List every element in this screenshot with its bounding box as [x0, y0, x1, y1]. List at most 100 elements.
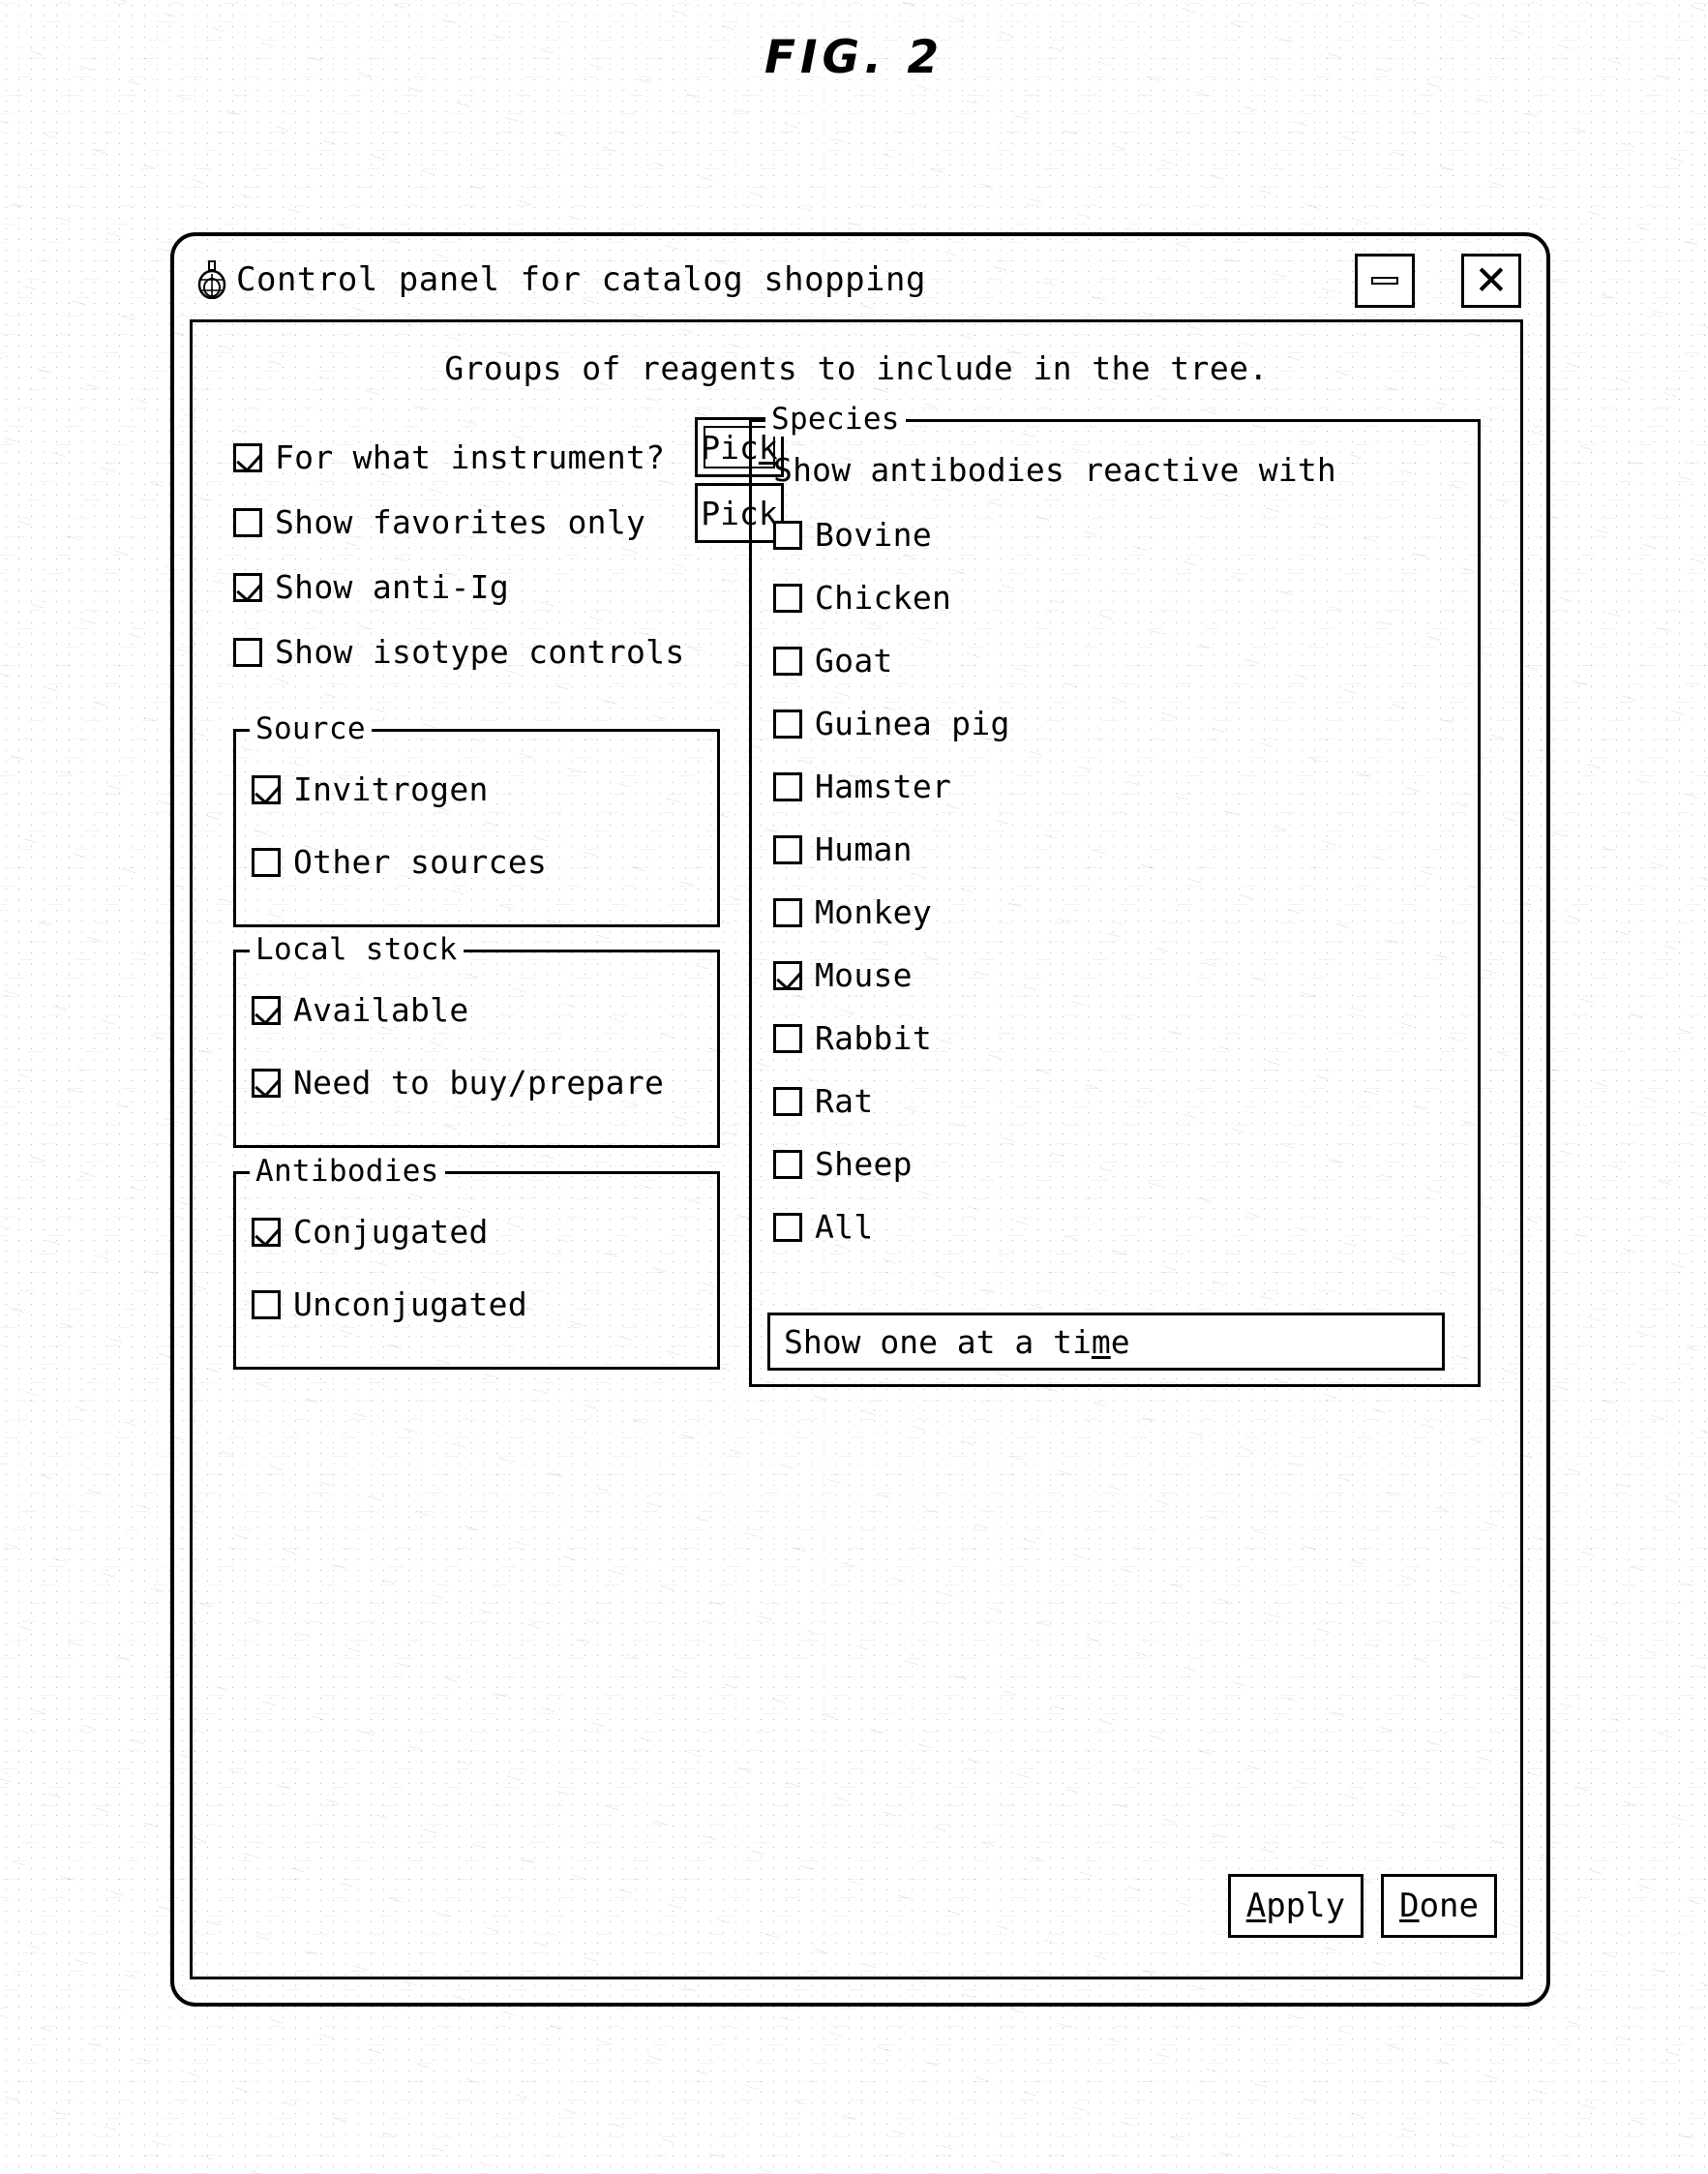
apply-label-accel: A [1245, 1887, 1267, 1925]
species-item-rat[interactable]: Rat [773, 1082, 1478, 1120]
option-invitrogen[interactable]: Invitrogen [252, 770, 717, 808]
species-label: All [815, 1208, 874, 1246]
option-label: Available [293, 991, 469, 1029]
checkbox-icon[interactable] [233, 637, 262, 667]
figure-label: FIG. 2 [764, 31, 944, 84]
apply-button[interactable]: Apply [1227, 1874, 1364, 1938]
page-headline: Groups of reagents to include in the tre… [444, 349, 1269, 387]
show-one-label-post: e [1110, 1322, 1130, 1361]
minimize-button[interactable] [1355, 254, 1415, 308]
species-item-guinea-pig[interactable]: Guinea pig [773, 705, 1478, 742]
species-item-human[interactable]: Human [773, 830, 1478, 868]
app-globe-icon [195, 260, 228, 300]
dialog-action-bar: Apply Done [1227, 1874, 1497, 1938]
option-label: Show anti-Ig [275, 568, 510, 606]
close-icon: ✕ [1474, 257, 1509, 304]
checkbox-icon[interactable] [773, 1086, 802, 1116]
show-one-label-accel: m [1091, 1322, 1111, 1361]
species-item-monkey[interactable]: Monkey [773, 893, 1478, 931]
species-label: Goat [815, 642, 893, 679]
species-item-hamster[interactable]: Hamster [773, 768, 1478, 805]
species-item-rabbit[interactable]: Rabbit [773, 1019, 1478, 1057]
species-item-chicken[interactable]: Chicken [773, 579, 1478, 617]
species-label: Sheep [815, 1145, 913, 1183]
checkbox-icon[interactable] [773, 1023, 802, 1053]
option-label: Show favorites only [275, 503, 646, 541]
checkbox-icon[interactable] [252, 1289, 281, 1319]
checkbox-icon[interactable] [773, 583, 802, 613]
window-titlebar: Control panel for catalog shopping ✕ [170, 232, 1543, 327]
option-label: Other sources [293, 843, 548, 881]
checkbox-icon[interactable] [773, 709, 802, 739]
checkbox-icon[interactable] [773, 1149, 802, 1179]
species-label: Rat [815, 1082, 874, 1120]
option-conjugated[interactable]: Conjugated [252, 1213, 717, 1251]
species-label: Chicken [815, 579, 952, 617]
checkbox-icon[interactable] [233, 572, 262, 602]
dialog-content-panel: Groups of reagents to include in the tre… [190, 319, 1523, 1979]
show-one-at-a-time-button[interactable]: Show one at a ti m e [767, 1313, 1445, 1371]
group-title: Source [250, 711, 372, 746]
group-body: Show antibodies reactive with Bovine Chi… [752, 422, 1478, 1246]
group-species: Species Show antibodies reactive with Bo… [749, 402, 1481, 1387]
checkbox-icon[interactable] [252, 995, 281, 1025]
option-for-what-instrument[interactable]: For what instrument? [233, 438, 685, 476]
option-label: Conjugated [293, 1213, 489, 1251]
checkbox-icon[interactable] [252, 1068, 281, 1098]
option-other-sources[interactable]: Other sources [252, 843, 717, 881]
checkbox-icon[interactable] [773, 960, 802, 990]
checkbox-icon[interactable] [773, 520, 802, 550]
checkbox-icon[interactable] [773, 771, 802, 801]
group-antibodies: Antibodies Conjugated Unconjugated [233, 1154, 720, 1370]
species-item-sheep[interactable]: Sheep [773, 1145, 1478, 1183]
option-label: Invitrogen [293, 770, 489, 808]
species-label: Bovine [815, 516, 933, 554]
option-unconjugated[interactable]: Unconjugated [252, 1285, 717, 1323]
species-label: Rabbit [815, 1019, 933, 1057]
apply-label-post: pply [1266, 1887, 1346, 1925]
option-label: For what instrument? [275, 438, 666, 476]
done-label-post: one [1419, 1887, 1479, 1925]
species-note: Show antibodies reactive with [773, 451, 1336, 489]
option-label: Need to buy/prepare [293, 1064, 665, 1102]
group-title: Local stock [250, 932, 464, 967]
close-button[interactable]: ✕ [1461, 254, 1521, 308]
show-one-label-pre: Show one at a ti [784, 1322, 1092, 1361]
checkbox-icon[interactable] [773, 897, 802, 927]
species-checkbox-list: Bovine Chicken Goat Guinea pig Hamster H… [773, 516, 1478, 1246]
option-need-to-buy-prepare[interactable]: Need to buy/prepare [252, 1064, 717, 1102]
checkbox-icon[interactable] [773, 834, 802, 864]
checkbox-icon[interactable] [252, 847, 281, 877]
top-options-group: For what instrument? Show favorites only… [233, 438, 685, 698]
species-item-mouse[interactable]: Mouse [773, 956, 1478, 994]
option-show-isotype-controls[interactable]: Show isotype controls [233, 633, 685, 671]
minimize-icon [1371, 277, 1398, 285]
species-label: Human [815, 830, 913, 868]
window-title: Control panel for catalog shopping [236, 260, 926, 299]
option-show-anti-ig[interactable]: Show anti-Ig [233, 568, 685, 606]
species-label: Monkey [815, 893, 933, 931]
species-item-bovine[interactable]: Bovine [773, 516, 1478, 554]
checkbox-icon[interactable] [252, 1217, 281, 1247]
species-item-all[interactable]: All [773, 1208, 1478, 1246]
group-title: Species [765, 402, 906, 437]
checkbox-icon[interactable] [773, 646, 802, 676]
option-available[interactable]: Available [252, 991, 717, 1029]
group-body: Available Need to buy/prepare [236, 952, 717, 1102]
group-source: Source Invitrogen Other sources [233, 711, 720, 927]
done-label-accel: D [1399, 1887, 1420, 1925]
checkbox-icon[interactable] [233, 442, 262, 472]
option-show-favorites-only[interactable]: Show favorites only [233, 503, 685, 541]
checkbox-icon[interactable] [233, 507, 262, 537]
group-title: Antibodies [250, 1154, 445, 1189]
option-label: Show isotype controls [275, 633, 685, 671]
species-item-goat[interactable]: Goat [773, 642, 1478, 679]
group-local-stock: Local stock Available Need to buy/prepar… [233, 932, 720, 1148]
checkbox-icon[interactable] [773, 1212, 802, 1242]
done-button[interactable]: Done [1381, 1874, 1497, 1938]
option-label: Unconjugated [293, 1285, 528, 1323]
species-label: Mouse [815, 956, 913, 994]
group-body: Invitrogen Other sources [236, 732, 717, 881]
checkbox-icon[interactable] [252, 774, 281, 804]
species-label: Hamster [815, 768, 952, 805]
